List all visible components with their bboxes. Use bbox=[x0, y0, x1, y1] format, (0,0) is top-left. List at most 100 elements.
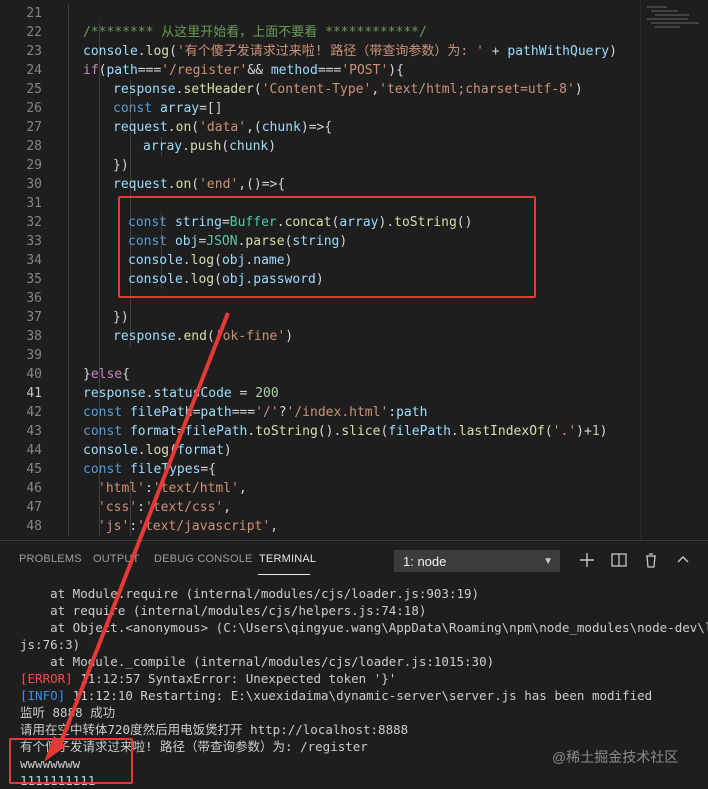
code-text: request.on('end',()=>{ bbox=[113, 177, 286, 192]
line-number: 31 bbox=[26, 196, 42, 211]
tab-terminal[interactable]: TERMINAL bbox=[259, 553, 316, 565]
code-line: 28 array.push(chunk) bbox=[0, 137, 640, 156]
chevron-down-icon: ▼ bbox=[543, 556, 553, 567]
indent-guide bbox=[99, 289, 100, 308]
line-number: 39 bbox=[26, 348, 42, 363]
indent-guide bbox=[68, 213, 69, 232]
indent-guide bbox=[68, 23, 69, 42]
terminal-line: 监听 8888 成功 bbox=[20, 705, 116, 720]
line-number: 33 bbox=[26, 234, 42, 249]
terminal-line: at Module.require (internal/modules/cjs/… bbox=[20, 586, 480, 601]
indent-guide bbox=[68, 99, 69, 118]
terminal-line: at Object.<anonymous> (C:\Users\qingyue.… bbox=[20, 620, 708, 635]
code-line: 44 console.log(format) bbox=[0, 441, 640, 460]
indent-guide bbox=[130, 137, 131, 156]
tab-problems[interactable]: PROBLEMS bbox=[19, 553, 82, 565]
indent-guide bbox=[99, 327, 100, 346]
output-highlight-box bbox=[9, 738, 133, 784]
line-number: 24 bbox=[26, 63, 42, 78]
code-text: }) bbox=[113, 158, 129, 173]
code-line: 30 request.on('end',()=>{ bbox=[0, 175, 640, 194]
code-text: /******** 从这里开始看，上面不要看 ************/ bbox=[83, 25, 427, 40]
chevron-up-icon[interactable] bbox=[672, 549, 694, 571]
terminal-line: js:76:3) bbox=[20, 637, 81, 652]
active-tab-indicator bbox=[258, 574, 310, 575]
indent-guide bbox=[68, 365, 69, 384]
tab-debug-console[interactable]: DEBUG CONSOLE bbox=[154, 553, 253, 565]
plus-icon[interactable] bbox=[576, 549, 598, 571]
indent-guide bbox=[68, 175, 69, 194]
code-text: console.log('有个傻子发请求过来啦! 路径（带查询参数）为: ' +… bbox=[83, 44, 617, 59]
line-number: 32 bbox=[26, 215, 42, 230]
indent-guide bbox=[68, 498, 69, 517]
indent-guide bbox=[99, 156, 100, 175]
tab-output[interactable]: OUTPUT bbox=[93, 553, 139, 565]
line-number: 40 bbox=[26, 367, 42, 382]
line-number: 27 bbox=[26, 120, 42, 135]
line-number: 22 bbox=[26, 25, 42, 40]
code-line: 38 response.end('ok-fine') bbox=[0, 327, 640, 346]
indent-guide bbox=[68, 289, 69, 308]
indent-guide bbox=[99, 251, 100, 270]
indent-guide bbox=[99, 175, 100, 194]
line-number: 48 bbox=[26, 519, 42, 534]
code-line: 22 /******** 从这里开始看，上面不要看 ************/ bbox=[0, 23, 640, 42]
code-text: 'js':'text/javascript', bbox=[98, 519, 279, 534]
trash-icon[interactable] bbox=[640, 549, 662, 571]
minimap[interactable] bbox=[640, 0, 708, 540]
line-number: 30 bbox=[26, 177, 42, 192]
line-number: 37 bbox=[26, 310, 42, 325]
code-line: 25 response.setHeader('Content-Type','tex… bbox=[0, 80, 640, 99]
code-text: }else{ bbox=[83, 367, 130, 382]
indent-guide bbox=[68, 61, 69, 80]
code-text: 'html':'text/html', bbox=[98, 481, 247, 496]
line-number: 28 bbox=[26, 139, 42, 154]
line-number: 47 bbox=[26, 500, 42, 515]
indent-guide bbox=[99, 137, 100, 156]
code-highlight-box bbox=[118, 196, 536, 298]
code-line: 23 console.log('有个傻子发请求过来啦! 路径（带查询参数）为: '… bbox=[0, 42, 640, 61]
line-number: 29 bbox=[26, 158, 42, 173]
code-line: 43 const format=filePath.toString().slice… bbox=[0, 422, 640, 441]
line-number: 45 bbox=[26, 462, 42, 477]
indent-guide bbox=[68, 479, 69, 498]
code-line: 24 if(path==='/register'&& method==='POST… bbox=[0, 61, 640, 80]
indent-guide bbox=[99, 232, 100, 251]
code-line: 47 'css':'text/css', bbox=[0, 498, 640, 517]
line-number: 44 bbox=[26, 443, 42, 458]
code-text: const format=filePath.toString().slice(f… bbox=[83, 424, 608, 439]
code-text: const fileTypes={ bbox=[83, 462, 217, 477]
terminal-line: [ERROR] 11:12:57 SyntaxError: Unexpected… bbox=[20, 671, 397, 686]
terminal-select[interactable]: 1: node ▼ bbox=[394, 550, 560, 572]
indent-guide bbox=[68, 118, 69, 137]
line-number: 41 bbox=[26, 386, 42, 401]
indent-guide bbox=[68, 137, 69, 156]
indent-guide bbox=[99, 99, 100, 118]
indent-guide bbox=[68, 384, 69, 403]
indent-guide bbox=[99, 308, 100, 327]
code-line: 41 response.statusCode = 200 bbox=[0, 384, 640, 403]
terminal-line: [INFO] 11:12:10 Restarting: E:\xuexidaim… bbox=[20, 688, 653, 703]
minimap-line bbox=[647, 18, 688, 20]
code-text: const array=[] bbox=[113, 101, 223, 116]
indent-guide bbox=[99, 270, 100, 289]
code-text: 'css':'text/css', bbox=[98, 500, 232, 515]
indent-guide bbox=[68, 422, 69, 441]
line-number: 23 bbox=[26, 44, 42, 59]
indent-guide bbox=[68, 327, 69, 346]
line-number: 46 bbox=[26, 481, 42, 496]
minimap-line bbox=[651, 10, 678, 12]
line-number: 21 bbox=[26, 6, 42, 21]
code-line: 48 'js':'text/javascript', bbox=[0, 517, 640, 536]
code-line: 45 const fileTypes={ bbox=[0, 460, 640, 479]
indent-guide bbox=[68, 4, 69, 23]
line-number: 42 bbox=[26, 405, 42, 420]
code-text: response.statusCode = 200 bbox=[83, 386, 279, 401]
code-line: 27 request.on('data',(chunk)=>{ bbox=[0, 118, 640, 137]
code-text: }) bbox=[113, 310, 129, 325]
code-line: 46 'html':'text/html', bbox=[0, 479, 640, 498]
line-number: 35 bbox=[26, 272, 42, 287]
minimap-line bbox=[651, 22, 699, 24]
code-text: response.end('ok-fine') bbox=[113, 329, 294, 344]
split-icon[interactable] bbox=[608, 549, 630, 571]
